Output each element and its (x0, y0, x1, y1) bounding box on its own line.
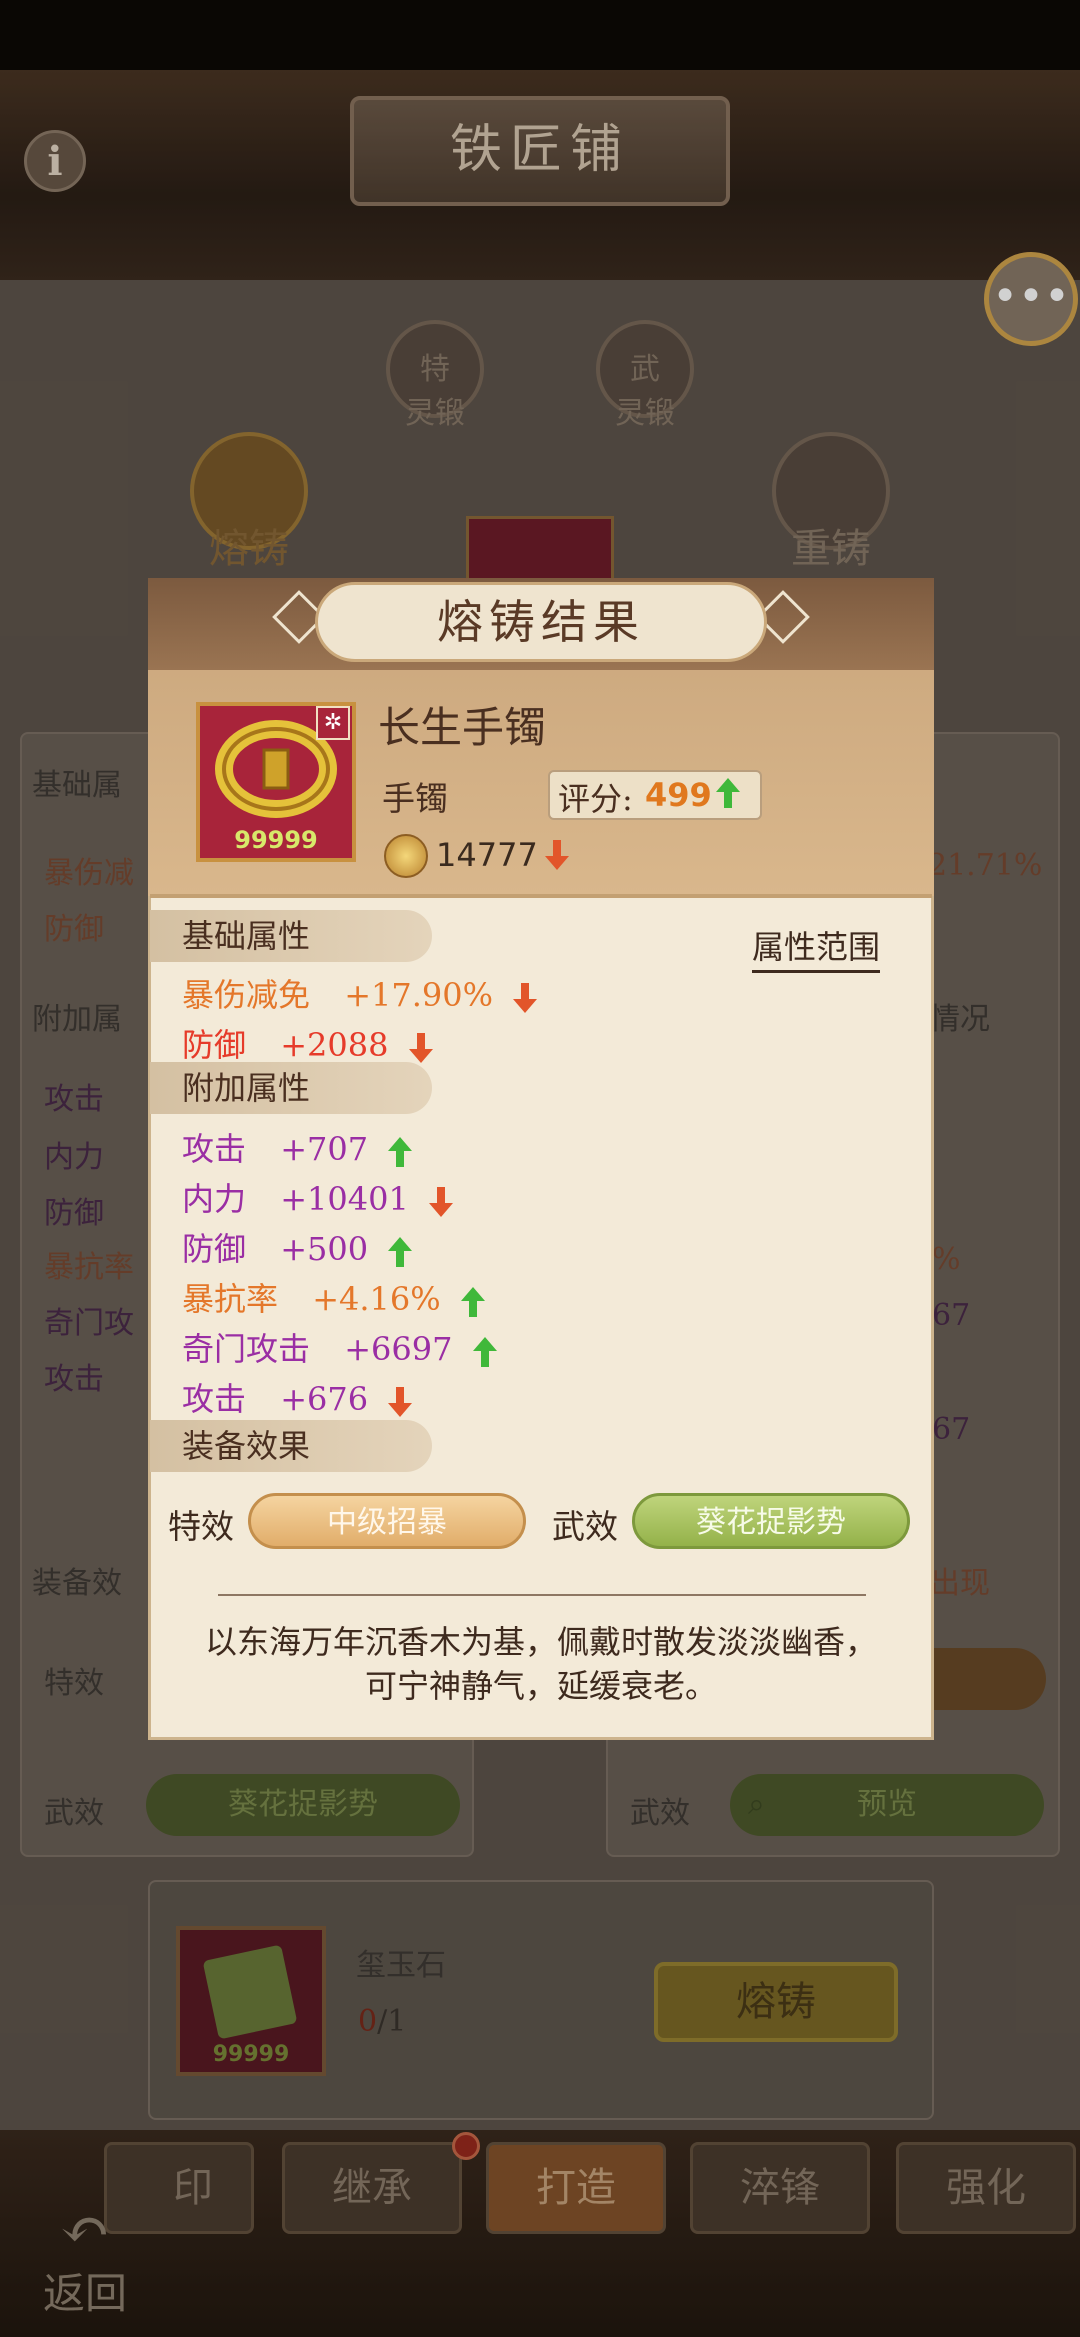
attribute-range-link[interactable]: 属性范围 (752, 922, 881, 973)
power-value: 14777 (436, 836, 538, 874)
attr-value: +707 (280, 1130, 369, 1168)
attr-name: 暴伤减免 (182, 976, 311, 1014)
attr-row: 攻击 +676 (182, 1374, 413, 1420)
attr-name: 防御 (182, 1026, 247, 1064)
down-arrow-icon (545, 840, 569, 870)
attr-row: 内力 +10401 (182, 1174, 453, 1220)
score-label: 评分: (558, 780, 633, 818)
item-type: 手镯 (382, 779, 448, 818)
item-count: 99999 (234, 826, 318, 854)
attr-row: 防御 +500 (182, 1224, 413, 1270)
attr-value: +17.90% (344, 976, 494, 1014)
attr-name: 攻击 (182, 1130, 247, 1168)
attr-name: 防御 (182, 1230, 247, 1268)
attr-name: 内力 (182, 1180, 247, 1218)
effect-wu-button[interactable]: 葵花捉影势 (632, 1493, 910, 1549)
section-extra-attributes: 附加属性 (150, 1062, 432, 1114)
attr-row: 奇门攻击 +6697 (182, 1324, 497, 1370)
down-arrow-icon (408, 1032, 433, 1063)
effect-te-button[interactable]: 中级招暴 (248, 1493, 526, 1549)
section-basic-attributes: 基础属性 (150, 910, 432, 962)
effect-wu-label: 武效 (552, 1507, 618, 1546)
attr-value: +6697 (344, 1330, 453, 1368)
section-equip-effect: 装备效果 (150, 1420, 432, 1472)
effect-te-label: 特效 (168, 1507, 234, 1546)
attr-row: 暴抗率 +4.16% (182, 1274, 485, 1320)
attr-value: +500 (280, 1230, 369, 1268)
attr-name: 暴抗率 (182, 1280, 279, 1318)
attr-name: 奇门攻击 (182, 1330, 311, 1368)
description-divider (218, 1594, 866, 1596)
attr-value: +10401 (280, 1180, 409, 1218)
gear-badge-icon: ✲ (316, 706, 350, 740)
attr-row: 暴伤减免 +17.90% (182, 970, 538, 1016)
up-arrow-icon (388, 1136, 413, 1167)
modal-title: 熔铸结果 (315, 582, 767, 662)
up-arrow-icon (460, 1286, 485, 1317)
up-arrow-icon (472, 1336, 497, 1367)
modal-divider (150, 894, 932, 898)
attr-value: +4.16% (312, 1280, 441, 1318)
down-arrow-icon (388, 1386, 413, 1417)
item-description: 以东海万年沉香木为基，佩戴时散发淡淡幽香，可宁神静气，延缓衰老。 (204, 1623, 877, 1705)
attr-row: 防御 +2088 (182, 1020, 433, 1066)
down-arrow-icon (428, 1186, 453, 1217)
item-name: 长生手镯 (378, 703, 547, 752)
up-arrow-icon (716, 778, 740, 808)
attr-value: +676 (280, 1380, 369, 1418)
score-value: 499 (645, 776, 712, 814)
power-icon (384, 834, 428, 878)
attr-row: 攻击 +707 (182, 1124, 413, 1170)
attr-name: 攻击 (182, 1380, 247, 1418)
down-arrow-icon (513, 982, 538, 1013)
up-arrow-icon (388, 1236, 413, 1267)
attr-value: +2088 (280, 1026, 389, 1064)
